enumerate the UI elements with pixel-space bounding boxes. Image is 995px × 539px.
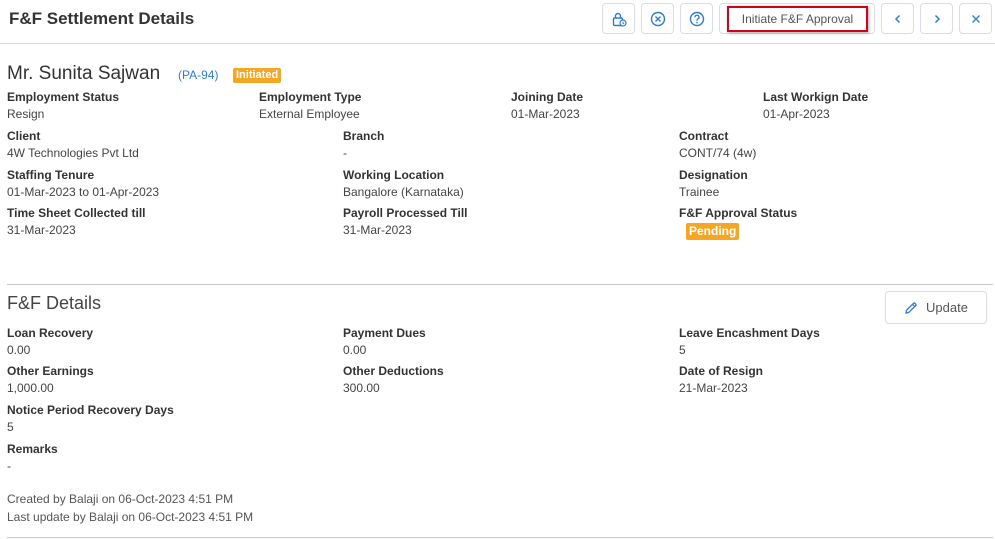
- update-button-label: Update: [926, 300, 968, 315]
- pencil-icon: [905, 301, 917, 314]
- bottom-divider: [7, 537, 993, 538]
- initiate-approval-button[interactable]: Initiate F&F Approval: [719, 3, 875, 34]
- last-working-date-value: 01-Apr-2023: [763, 107, 830, 121]
- time-sheet-label: Time Sheet Collected till: [7, 206, 146, 220]
- contract-value: CONT/74 (4w): [679, 146, 757, 160]
- employee-code[interactable]: (PA-94): [178, 68, 218, 82]
- client-label: Client: [7, 129, 41, 143]
- payment-dues-label: Payment Dues: [343, 326, 426, 340]
- last-updated-text: Last update by Balaji on 06-Oct-2023 4:5…: [7, 510, 254, 524]
- other-earnings-label: Other Earnings: [7, 364, 94, 378]
- other-deductions-value: 300.00: [343, 381, 380, 395]
- branch-value: -: [343, 146, 347, 160]
- previous-button[interactable]: [881, 3, 914, 34]
- staffing-tenure-value: 01-Mar-2023 to 01-Apr-2023: [7, 185, 160, 199]
- notice-period-label: Notice Period Recovery Days: [7, 403, 174, 417]
- date-of-resign-value: 21-Mar-2023: [679, 381, 748, 395]
- lock-icon: [612, 12, 627, 27]
- section-divider: [7, 284, 993, 285]
- next-button[interactable]: [920, 3, 953, 34]
- date-of-resign-label: Date of Resign: [679, 364, 764, 378]
- cancel-circle-icon: [650, 11, 665, 26]
- leave-encashment-label: Leave Encashment Days: [679, 326, 820, 340]
- header-bar: F&F Settlement Details Initiate F&F Appr…: [0, 0, 995, 44]
- joining-date-value: 01-Mar-2023: [511, 107, 580, 121]
- approval-status-label: F&F Approval Status: [679, 206, 798, 220]
- payment-dues-value: 0.00: [343, 343, 367, 357]
- chevron-right-icon: [934, 14, 940, 23]
- designation-label: Designation: [679, 168, 748, 182]
- approval-status-badge: Pending: [686, 223, 740, 240]
- employment-type-label: Employment Type: [259, 90, 362, 104]
- notice-period-value: 5: [7, 420, 14, 434]
- time-sheet-value: 31-Mar-2023: [7, 223, 76, 237]
- employment-status-label: Employment Status: [7, 90, 120, 104]
- employee-name: Mr. Sunita Sajwan: [7, 63, 161, 84]
- lock-button[interactable]: [602, 3, 635, 34]
- working-location-label: Working Location: [343, 168, 445, 182]
- loan-recovery-label: Loan Recovery: [7, 326, 94, 340]
- working-location-value: Bangalore (Karnataka): [343, 185, 464, 199]
- initiate-approval-label: Initiate F&F Approval: [727, 6, 868, 32]
- page-title: F&F Settlement Details: [9, 9, 195, 28]
- help-circle-icon: [689, 11, 704, 26]
- created-by-text: Created by Balaji on 06-Oct-2023 4:51 PM: [7, 492, 234, 506]
- update-button[interactable]: Update: [885, 291, 987, 324]
- branch-label: Branch: [343, 129, 385, 143]
- leave-encashment-value: 5: [679, 343, 686, 357]
- status-badge: Initiated: [233, 68, 282, 83]
- remarks-label: Remarks: [7, 442, 58, 456]
- remarks-value: -: [7, 459, 11, 473]
- ff-details-title: F&F Details: [7, 293, 102, 313]
- last-working-date-label: Last Workign Date: [763, 90, 869, 104]
- other-earnings-value: 1,000.00: [7, 381, 54, 395]
- chevron-left-icon: [894, 14, 900, 23]
- contract-label: Contract: [679, 129, 729, 143]
- payroll-processed-value: 31-Mar-2023: [343, 223, 412, 237]
- payroll-processed-label: Payroll Processed Till: [343, 206, 468, 220]
- cancel-button[interactable]: [641, 3, 674, 34]
- loan-recovery-value: 0.00: [7, 343, 31, 357]
- joining-date-label: Joining Date: [511, 90, 584, 104]
- employment-type-value: External Employee: [259, 107, 360, 121]
- close-button[interactable]: [959, 3, 992, 34]
- employment-status-value: Resign: [7, 107, 45, 121]
- help-button[interactable]: [680, 3, 713, 34]
- close-icon: [971, 14, 980, 23]
- staffing-tenure-label: Staffing Tenure: [7, 168, 95, 182]
- designation-value: Trainee: [679, 185, 720, 199]
- client-value: 4W Technologies Pvt Ltd: [7, 146, 139, 160]
- other-deductions-label: Other Deductions: [343, 364, 444, 378]
